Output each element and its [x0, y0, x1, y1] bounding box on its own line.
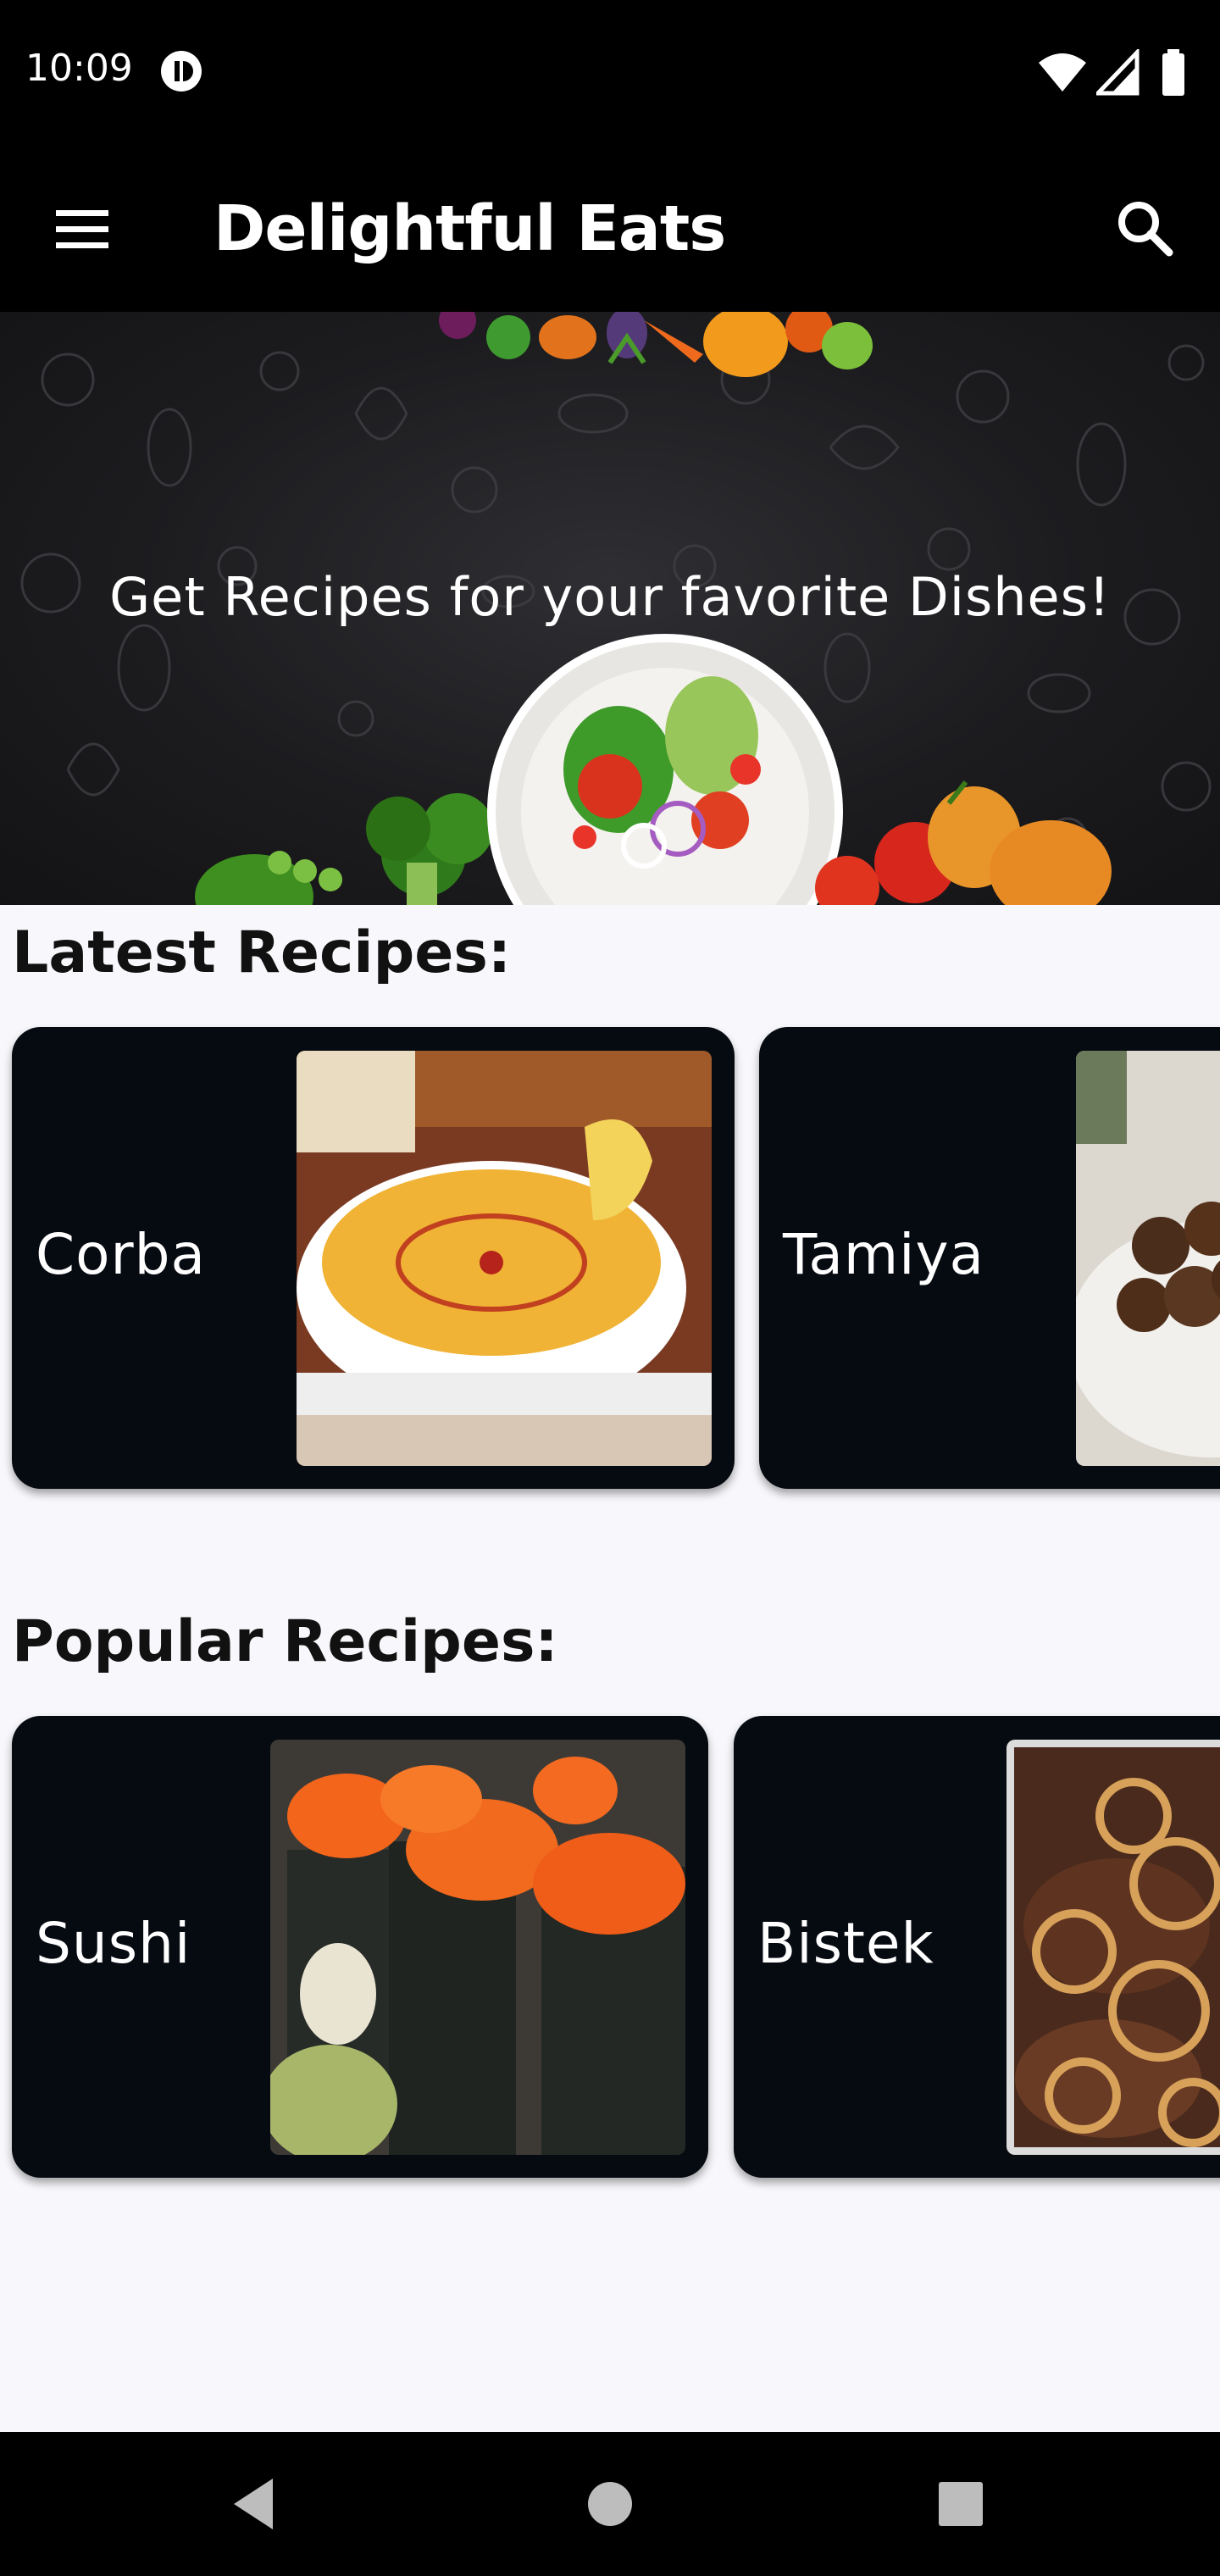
popular-recipes-heading: Popular Recipes:	[12, 1608, 558, 1675]
recipe-card-label: Tamiya	[783, 1222, 984, 1287]
hero-banner: Get Recipes for your favorite Dishes!	[0, 312, 1220, 905]
falafel-image	[1076, 1051, 1220, 1466]
wifi-icon	[1039, 53, 1086, 92]
menu-icon[interactable]	[41, 188, 122, 269]
recents-icon[interactable]	[927, 2470, 995, 2538]
recipe-card-label: Corba	[36, 1222, 206, 1287]
recipe-card-label: Sushi	[36, 1911, 191, 1976]
recipe-card-bistek[interactable]: Bistek	[734, 1716, 1220, 2178]
recipe-card-sushi[interactable]: Sushi	[12, 1716, 708, 2178]
status-bar: 10:09	[0, 0, 1220, 146]
recipe-card-label: Bistek	[757, 1911, 934, 1976]
search-icon[interactable]	[1103, 188, 1188, 269]
beef-steak-onions-image	[1006, 1740, 1220, 2155]
app-bar: Delightful Eats	[0, 146, 1220, 312]
latest-recipes-heading: Latest Recipes:	[12, 919, 512, 986]
status-icons	[1037, 49, 1198, 97]
system-nav-bar	[0, 2432, 1220, 2576]
status-time: 10:09	[25, 47, 133, 90]
recipe-card-corba[interactable]: Corba	[12, 1027, 735, 1489]
hero-tagline: Get Recipes for your favorite Dishes!	[109, 566, 1111, 628]
recipe-card-tamiya[interactable]: Tamiya	[759, 1027, 1220, 1489]
lentil-soup-image	[297, 1051, 712, 1466]
battery-icon	[1162, 49, 1184, 96]
sushi-image	[270, 1740, 685, 2155]
app-title: Delightful Eats	[214, 192, 726, 265]
home-icon[interactable]	[576, 2470, 644, 2538]
signal-icon	[1096, 49, 1140, 96]
salad-plate	[487, 634, 843, 905]
app-notification-icon	[161, 51, 202, 92]
back-icon[interactable]	[222, 2470, 290, 2538]
